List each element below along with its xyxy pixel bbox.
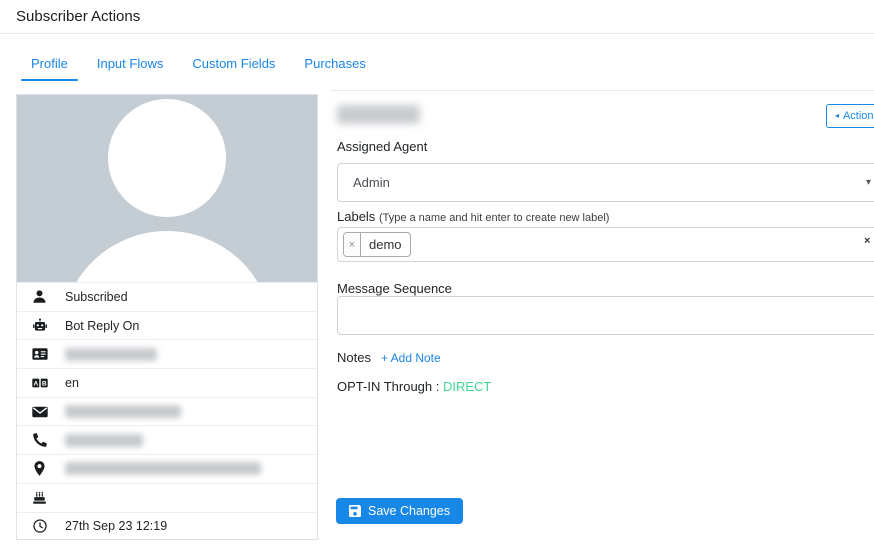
assigned-agent-value: Admin xyxy=(353,175,390,190)
tab-purchases[interactable]: Purchases xyxy=(294,50,375,81)
profile-row-email xyxy=(17,397,317,426)
svg-text:A: A xyxy=(33,380,38,387)
id-card-icon xyxy=(31,347,48,361)
actions-button[interactable]: ◂ Actions xyxy=(826,104,874,128)
tag-remove-icon[interactable]: × xyxy=(344,233,361,256)
profile-row-bot-reply: Bot Reply On xyxy=(17,311,317,340)
language-icon: AB xyxy=(31,377,48,389)
profile-row-language: AB en xyxy=(17,368,317,397)
optin-row: OPT-IN Through : DIRECT xyxy=(337,379,491,394)
assigned-agent-label: Assigned Agent xyxy=(337,139,427,154)
label-tag: × demo xyxy=(343,232,411,257)
message-sequence-input[interactable] xyxy=(337,296,874,335)
redacted-subscriber-name xyxy=(337,105,420,124)
phone-icon xyxy=(31,433,48,447)
labels-clear-icon[interactable]: × xyxy=(864,235,870,247)
profile-row-status: Subscribed xyxy=(17,282,317,311)
labels-label: Labels (Type a name and hit enter to cre… xyxy=(337,209,609,224)
notes-row: Notes + Add Note xyxy=(337,350,441,365)
tag-text: demo xyxy=(361,233,410,256)
add-note-link[interactable]: + Add Note xyxy=(381,351,441,365)
robot-icon xyxy=(31,318,48,333)
profile-row-text: en xyxy=(65,376,79,390)
optin-label: OPT-IN Through : xyxy=(337,379,439,394)
redacted-value xyxy=(65,405,181,418)
tab-bar: Profile Input Flows Custom Fields Purcha… xyxy=(21,50,385,81)
profile-row-text: Bot Reply On xyxy=(65,319,139,333)
actions-button-label: Actions xyxy=(843,110,874,122)
chevron-down-icon: ▾ xyxy=(866,177,871,188)
envelope-icon xyxy=(31,406,48,418)
profile-card: Subscribed Bot Reply On AB en xyxy=(16,94,318,540)
caret-left-icon: ◂ xyxy=(835,112,839,120)
redacted-value xyxy=(65,462,261,475)
profile-row-text: Subscribed xyxy=(65,290,128,304)
subscriber-actions-window: Subscriber Actions Profile Input Flows C… xyxy=(0,0,874,546)
avatar-head-shape xyxy=(108,99,226,217)
header-divider xyxy=(0,33,874,34)
tab-input-flows[interactable]: Input Flows xyxy=(87,50,173,81)
avatar-body-shape xyxy=(61,231,273,282)
birthday-cake-icon xyxy=(31,491,48,505)
save-icon xyxy=(349,505,361,517)
profile-row-subscribed-date: 27th Sep 23 12:19 xyxy=(17,512,317,541)
location-icon xyxy=(31,461,48,476)
profile-row-id xyxy=(17,339,317,368)
page-title: Subscriber Actions xyxy=(16,8,140,25)
avatar-placeholder xyxy=(17,95,317,282)
labels-hint: (Type a name and hit enter to create new… xyxy=(379,212,610,224)
user-icon xyxy=(31,289,48,304)
clock-icon xyxy=(31,519,48,533)
labels-input[interactable]: × demo xyxy=(337,227,874,262)
labels-label-text: Labels xyxy=(337,209,375,224)
tab-profile[interactable]: Profile xyxy=(21,50,78,81)
save-changes-label: Save Changes xyxy=(368,504,450,518)
message-sequence-label: Message Sequence xyxy=(337,281,452,296)
tab-custom-fields[interactable]: Custom Fields xyxy=(182,50,285,81)
assigned-agent-select[interactable]: Admin xyxy=(337,163,874,202)
profile-row-phone xyxy=(17,425,317,454)
profile-row-location xyxy=(17,454,317,483)
svg-text:B: B xyxy=(41,380,46,387)
details-panel: ◂ Actions Assigned Agent Admin ▾ Labels … xyxy=(330,90,874,546)
redacted-value xyxy=(65,434,143,447)
profile-row-birthday xyxy=(17,483,317,512)
save-changes-button[interactable]: Save Changes xyxy=(336,498,463,524)
profile-row-text: 27th Sep 23 12:19 xyxy=(65,519,167,533)
notes-label: Notes xyxy=(337,350,371,365)
optin-value: DIRECT xyxy=(443,379,491,394)
redacted-value xyxy=(65,348,157,361)
